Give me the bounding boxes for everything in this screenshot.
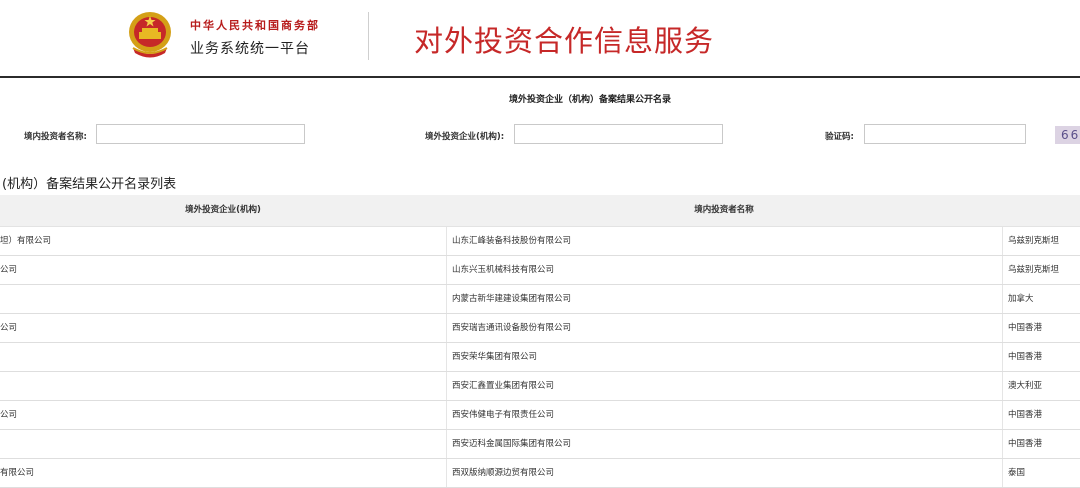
list-title: (机构）备案结果公开名录列表 <box>2 177 177 192</box>
search-form-title: 境外投资企业（机构）备案结果公开名录 <box>508 95 671 105</box>
cell-enterprise: 坦）有限公司 <box>0 236 52 246</box>
cell-enterprise <box>0 343 446 371</box>
cell-region: 中国香港 <box>1002 430 1080 458</box>
table-header: 境外投资企业(机构) 境内投资者名称 <box>0 195 1080 227</box>
enterprise-name-input[interactable] <box>514 124 723 144</box>
investor-name-input[interactable] <box>96 124 305 144</box>
header-divider <box>368 12 369 60</box>
column-header-region <box>1002 195 1080 227</box>
cell-region: 乌兹别克斯坦 <box>1002 256 1080 284</box>
captcha-label: 验证码: <box>825 132 854 142</box>
table-row[interactable]: 西安荣华集团有限公司 中国香港 <box>0 343 1080 372</box>
captcha-image[interactable]: 66 <box>1055 126 1080 144</box>
ministry-name: 中华人民共和国商务部 <box>190 19 320 32</box>
cell-region: 中国香港 <box>1002 314 1080 342</box>
cell-region: 泰国 <box>1002 459 1080 487</box>
cell-investor: 西安伟健电子有限责任公司 <box>446 401 1002 429</box>
cell-enterprise <box>0 430 446 458</box>
table-row[interactable]: 内蒙古新华建建设集团有限公司 加拿大 <box>0 285 1080 314</box>
cell-investor: 西安汇鑫置业集团有限公司 <box>446 372 1002 400</box>
cell-enterprise <box>0 372 446 400</box>
cell-investor: 西安荣华集团有限公司 <box>446 343 1002 371</box>
table-row[interactable]: 有限公司 西双版纳顺源边贸有限公司 泰国 <box>0 459 1080 488</box>
cell-region: 乌兹别克斯坦 <box>1002 227 1080 255</box>
cell-enterprise: 公司 <box>0 410 18 420</box>
cell-investor: 西安迈科金属国际集团有限公司 <box>446 430 1002 458</box>
national-emblem-icon <box>129 12 171 58</box>
cell-region: 中国香港 <box>1002 401 1080 429</box>
service-title: 对外投资合作信息服务 <box>414 24 715 58</box>
table-row[interactable]: 公司 西安伟健电子有限责任公司 中国香港 <box>0 401 1080 430</box>
cell-region: 澳大利亚 <box>1002 372 1080 400</box>
table-row[interactable]: 西安汇鑫置业集团有限公司 澳大利亚 <box>0 372 1080 401</box>
cell-enterprise: 公司 <box>0 323 18 333</box>
cell-enterprise <box>0 285 446 313</box>
cell-investor: 内蒙古新华建建设集团有限公司 <box>446 285 1002 313</box>
table-body: 坦）有限公司 山东汇峰装备科技股份有限公司 乌兹别克斯坦 公司 山东兴玉机械科技有限公司… <box>0 227 1080 488</box>
site-header: 中华人民共和国商务部 业务系统统一平台 对外投资合作信息服务 <box>0 0 1080 78</box>
cell-region: 中国香港 <box>1002 343 1080 371</box>
table-row[interactable]: 公司 西安瑞吉通讯设备股份有限公司 中国香港 <box>0 314 1080 343</box>
table-row[interactable]: 公司 山东兴玉机械科技有限公司 乌兹别克斯坦 <box>0 256 1080 285</box>
cell-enterprise: 有限公司 <box>0 468 35 478</box>
cell-investor: 山东兴玉机械科技有限公司 <box>446 256 1002 284</box>
column-header-investor: 境内投资者名称 <box>694 205 754 215</box>
cell-enterprise: 公司 <box>0 265 18 275</box>
captcha-input[interactable] <box>864 124 1026 144</box>
enterprise-name-label: 境外投资企业(机构): <box>425 132 505 142</box>
investor-name-label: 境内投资者名称: <box>24 132 87 142</box>
cell-region: 加拿大 <box>1002 285 1080 313</box>
cell-investor: 西双版纳顺源边贸有限公司 <box>446 459 1002 487</box>
column-header-enterprise: 境外投资企业(机构) <box>185 205 261 215</box>
results-table: 境外投资企业(机构) 境内投资者名称 坦）有限公司 山东汇峰装备科技股份有限公司乌… <box>0 195 1080 488</box>
cell-investor: 西安瑞吉通讯设备股份有限公司 <box>446 314 1002 342</box>
platform-name: 业务系统统一平台 <box>190 41 310 57</box>
table-row[interactable]: 坦）有限公司 山东汇峰装备科技股份有限公司 乌兹别克斯坦 <box>0 227 1080 256</box>
cell-investor: 山东汇峰装备科技股份有限公司 <box>446 227 1002 255</box>
table-row[interactable]: 西安迈科金属国际集团有限公司 中国香港 <box>0 430 1080 459</box>
